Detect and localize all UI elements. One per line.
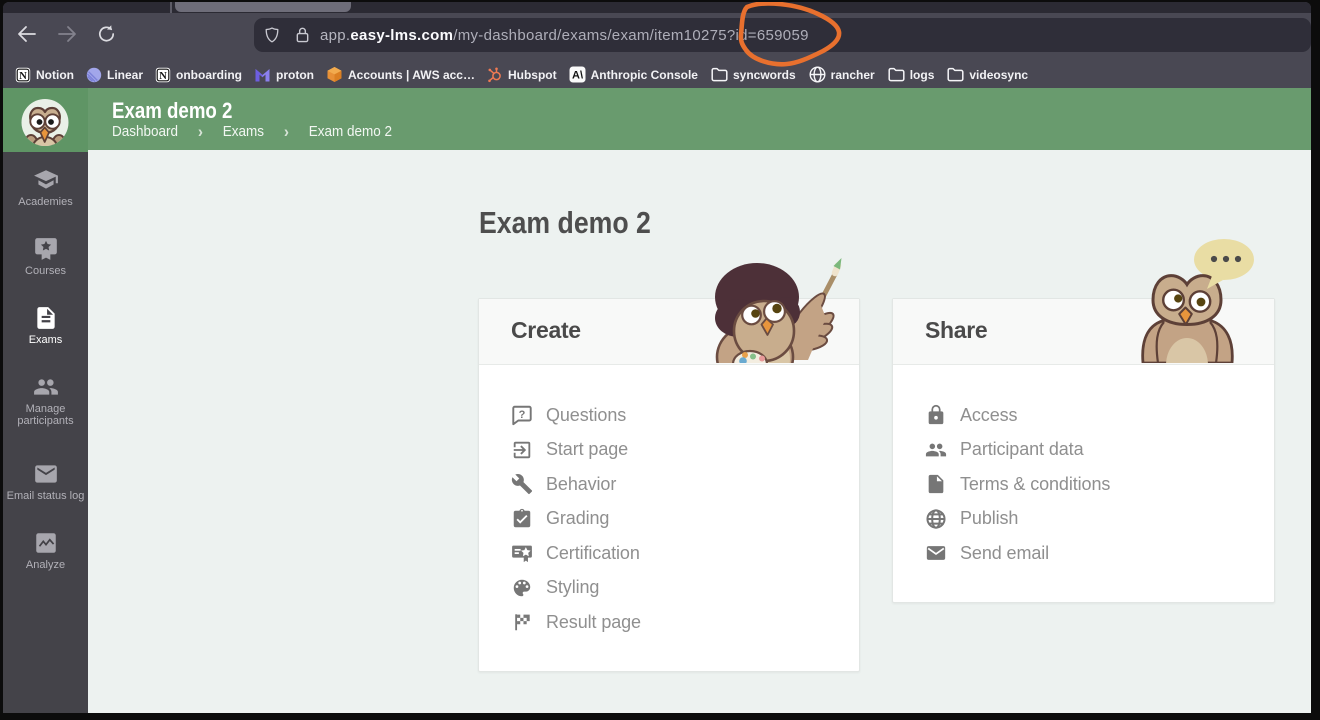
svg-text:N: N bbox=[159, 71, 167, 82]
svg-text:A\: A\ bbox=[572, 70, 583, 82]
svg-text:?: ? bbox=[519, 409, 526, 421]
svg-text:N: N bbox=[19, 71, 27, 82]
